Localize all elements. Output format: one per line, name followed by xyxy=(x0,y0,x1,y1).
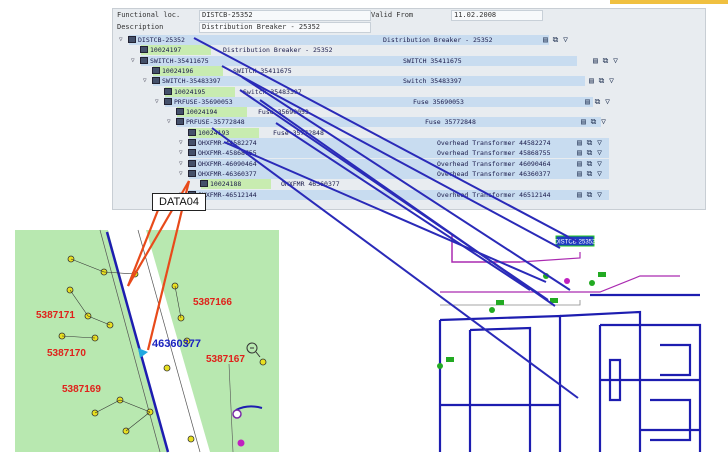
pole-label-5387166: 5387166 xyxy=(193,297,232,308)
stage: Functional loc. DISTCB-25352 Valid From … xyxy=(0,0,728,467)
pole-label-5387171: 5387171 xyxy=(36,310,75,321)
pole-marker[interactable] xyxy=(163,364,171,372)
map-left xyxy=(15,229,279,453)
map-right: DISTCB-25352 xyxy=(432,225,707,452)
pole-marker[interactable] xyxy=(187,435,195,443)
pole-label-5387167: 5387167 xyxy=(206,354,245,365)
pink-node xyxy=(237,439,245,447)
data04-callout: DATA04 xyxy=(152,193,206,211)
pole-label-5387169: 5387169 xyxy=(62,384,101,395)
overlay-canvas: DISTCB-25352 xyxy=(15,37,707,453)
connector-line xyxy=(239,89,549,301)
pole-marker[interactable] xyxy=(259,358,267,366)
meter-node xyxy=(232,409,242,419)
pole-label-5387170: 5387170 xyxy=(47,348,86,359)
transformer-label: 46360377 xyxy=(152,338,201,350)
connector-line xyxy=(241,76,571,291)
connector-line xyxy=(221,65,561,249)
